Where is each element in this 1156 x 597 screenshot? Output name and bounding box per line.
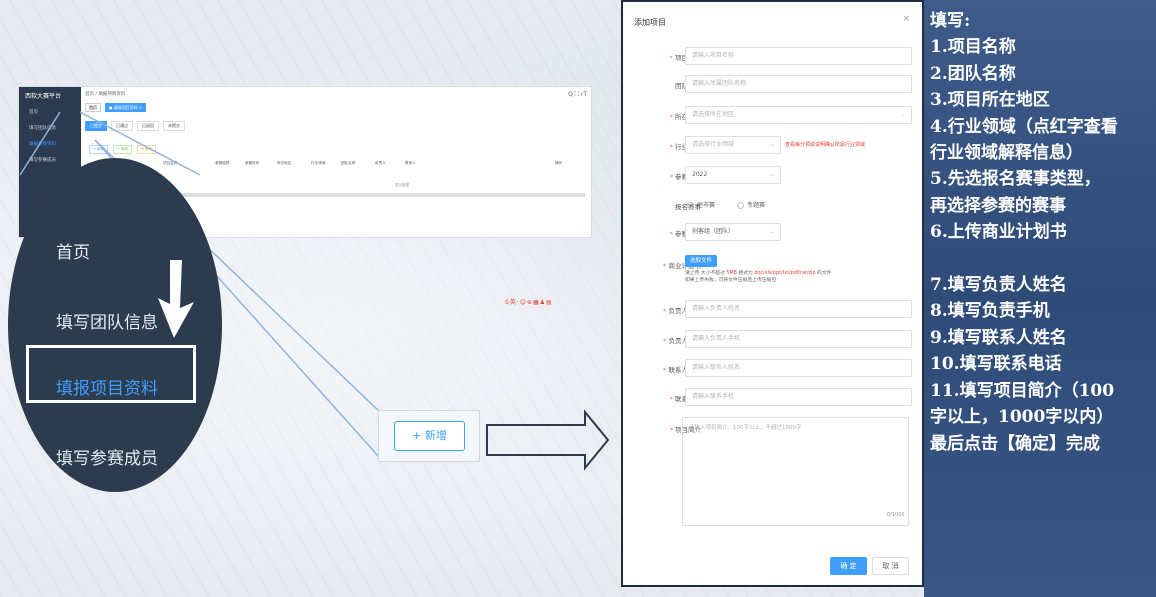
toolbar-icons[interactable]: S英·☺⊕▦♟▤	[505, 297, 553, 306]
mag-item-team[interactable]: 填写团队信息	[56, 308, 158, 333]
row-industry: * 行业领域 请选择行业领域⌄ 查看每分领域说明确认所属行业领域	[623, 136, 923, 156]
instruction-line: 最后点击【确定】完成	[930, 433, 1100, 454]
instruction-line: 填写:	[930, 11, 971, 31]
mini-tab-passed[interactable]: 已通过	[111, 121, 133, 131]
project-name-input[interactable]: 请输入项目名称	[685, 47, 912, 65]
instructions-list: 填写: 1.项目名称 2.团队名称 3.项目所在地区 4.行业领域（点红字查看 行业领域解…	[930, 8, 1152, 457]
mini-col-header: 参赛组别	[215, 161, 230, 165]
radio-icon	[687, 202, 694, 209]
mini-tag-home[interactable]: 首页	[85, 103, 101, 112]
instruction-line: 1.项目名称	[930, 37, 1016, 58]
industry-select[interactable]: 请选择行业领域 ⌄	[685, 136, 781, 154]
mini-tag-current[interactable]: ● 填报项目资料 ×	[105, 103, 147, 112]
mini-sidebar-item-project[interactable]: 填报项目资料	[29, 141, 56, 147]
chevron-down-icon: ⌄	[769, 228, 775, 235]
instruction-line: 10.填写联系电话	[930, 354, 1062, 375]
mini-sidebar-item-home[interactable]: 首页	[29, 109, 38, 115]
instruction-line: 9.填写联系人姓名	[930, 327, 1067, 348]
upload-button[interactable]: 选取文件	[685, 255, 718, 267]
magnified-sidebar: 首页 填写团队信息 填报项目资料 填写参赛成员	[10, 160, 220, 490]
mini-top-icons[interactable]: Q ⛶ rT	[568, 91, 587, 99]
instruction-line: 6.上传商业计划书	[930, 222, 1067, 243]
instruction-line: 5.先选报名赛事类型，	[930, 169, 1101, 190]
mini-col-header: 项目名称	[163, 161, 178, 165]
row-group: * 参赛组别 创客组（团队）⌄	[623, 223, 923, 243]
region-select[interactable]: 请选择所在地区 ⌄	[685, 106, 912, 124]
row-team-name: 团队名称 请输入所属团队名称	[623, 75, 923, 95]
instruction-line: 再选择参赛的赛事	[930, 195, 1066, 216]
new-button[interactable]: + 新增	[394, 421, 465, 451]
instruction-line: 4.行业领域（点红字查看	[930, 116, 1118, 137]
highlight-box	[26, 345, 196, 403]
leader-name-input[interactable]: 请输入负责人姓名	[685, 300, 912, 318]
mini-sidebar-item-team[interactable]: 填写团队信息	[29, 125, 56, 131]
mini-tab-submitted[interactable]: 已提交	[85, 121, 107, 131]
chevron-down-icon: ⌄	[769, 171, 775, 178]
cancel-button[interactable]: 取 消	[872, 557, 909, 575]
mag-item-members[interactable]: 填写参赛成员	[56, 444, 158, 469]
mini-breadcrumb: 首页 / 填报项目资料	[85, 92, 126, 97]
mini-col-header: 负责人	[375, 161, 386, 165]
mini-tab-unsubmitted[interactable]: 未提交	[163, 121, 185, 131]
mag-item-home[interactable]: 首页	[56, 238, 90, 263]
row-project-name: * 项目名称 请输入项目名称	[623, 47, 923, 67]
mini-empty-text: 暂无数据	[395, 183, 409, 187]
mini-col-header: 操作	[555, 161, 563, 165]
instruction-line: 2.团队名称	[930, 63, 1016, 84]
chevron-down-icon: ⌄	[900, 111, 906, 118]
industry-help-link[interactable]: 查看每分领域说明确认所属行业领域	[785, 141, 865, 148]
team-name-input[interactable]: 请输入所属团队名称	[685, 75, 912, 93]
instruction-line: 8.填写负责手机	[930, 301, 1050, 322]
row-year: * 参赛年份 2022⌄	[623, 166, 923, 186]
mini-col-header: 所在地区	[277, 161, 292, 165]
confirm-button[interactable]: 确 定	[830, 557, 867, 575]
row-region: * 所在地区 请选择所在地区⌄	[623, 106, 923, 126]
mini-col-header: 行业领域	[311, 161, 326, 165]
mini-col-header: 团队名称	[341, 161, 356, 165]
row-plan: * 商业计划书 选取文件 请上传 大小不超过 5MB 格式为 doc/xls/p…	[623, 255, 923, 291]
row-event: 报名赛事 地市赛 专题赛	[623, 196, 923, 216]
mini-edit-button[interactable]: ✎ 修改	[113, 145, 133, 154]
mini-col-header: 联系人	[405, 161, 416, 165]
mini-add-button[interactable]: + 新增	[89, 145, 109, 154]
leader-phone-input[interactable]: 请输入负责人手机	[685, 330, 912, 348]
mini-delete-button[interactable]: ✖ 删除	[137, 145, 157, 154]
intro-counter: 0/1000	[887, 512, 905, 518]
row-leader-name: * 负责人姓名 请输入负责人姓名	[623, 300, 923, 320]
row-contact-phone: * 联系手机 请输入联系手机	[623, 388, 923, 408]
row-leader-phone: * 负责人手机 请输入负责人手机	[623, 330, 923, 350]
big-arrow-icon	[486, 409, 610, 471]
year-select[interactable]: 2022 ⌄	[685, 166, 781, 184]
close-icon[interactable]: ×	[902, 14, 910, 24]
mini-sidebar-item-members[interactable]: 填写参赛成员	[29, 157, 56, 163]
dialog-title: 添加项目	[634, 18, 666, 27]
radio-icon	[737, 202, 744, 209]
instruction-line: 行业领域解释信息）	[930, 143, 1083, 164]
row-contact-name: * 联系人姓名 请输入联系人姓名	[623, 359, 923, 379]
upload-tip: 请上传 大小不超过 5MB 格式为 doc/xls/ppt/txt/pdf/ra…	[685, 271, 832, 283]
radio-city[interactable]: 地市赛	[687, 200, 715, 209]
intro-textarea[interactable]: 请输入项目简介，100字以上，不超过1000字	[682, 417, 909, 526]
radio-topic[interactable]: 专题赛	[737, 200, 765, 209]
chevron-down-icon: ⌄	[769, 141, 775, 148]
mini-logo: 西软大赛平台	[25, 93, 62, 100]
contact-phone-input[interactable]: 请输入联系手机	[685, 388, 912, 406]
instruction-line: 3.项目所在地区	[930, 90, 1050, 111]
pointer-arrow-icon	[158, 260, 194, 338]
instruction-line	[930, 246, 1152, 272]
group-select[interactable]: 创客组（团队） ⌄	[685, 223, 781, 241]
instruction-line: 7.填写负责人姓名	[930, 275, 1067, 296]
mini-col-header: 参赛年份	[245, 161, 260, 165]
mini-tab-returned[interactable]: 已退回	[137, 121, 159, 131]
instruction-line: 11.填写项目简介（100	[930, 380, 1115, 401]
contact-name-input[interactable]: 请输入联系人姓名	[685, 359, 912, 377]
instruction-line: 字以上，1000字以内）	[930, 407, 1114, 428]
